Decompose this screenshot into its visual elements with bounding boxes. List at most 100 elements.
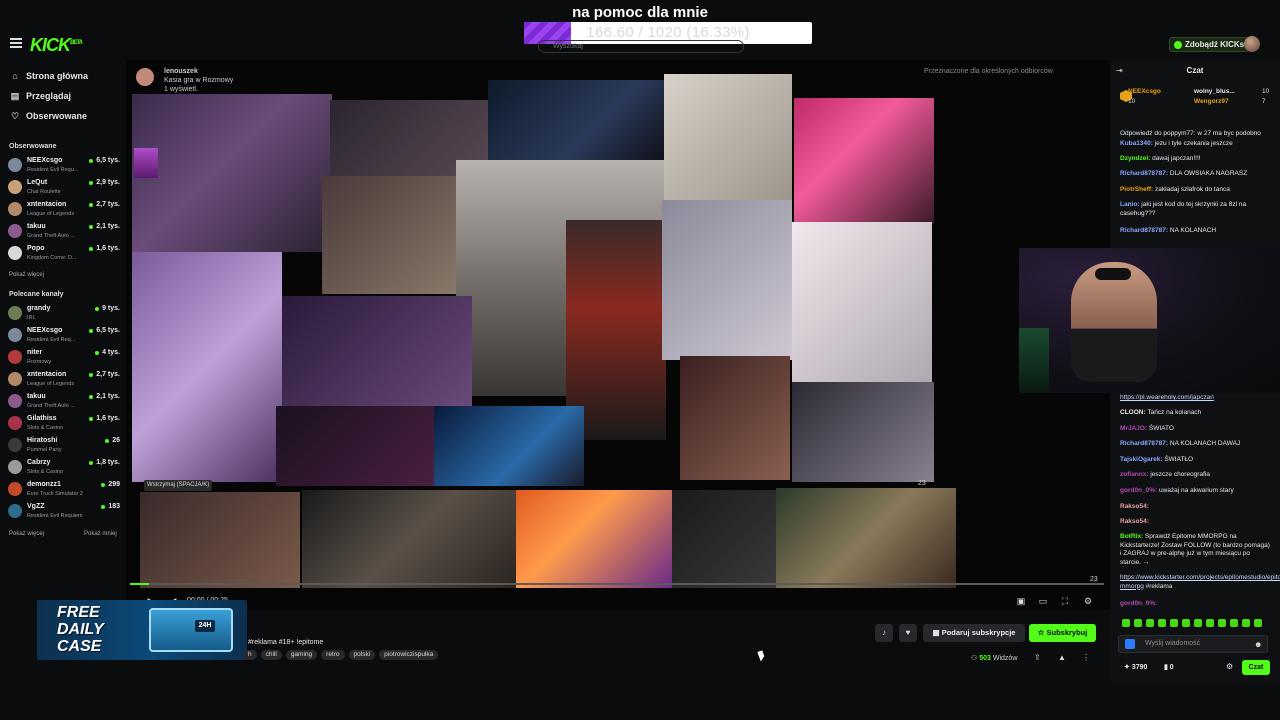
chat-username[interactable]: Rakso54: xyxy=(1120,518,1149,525)
more-options-icon[interactable]: ⋮ xyxy=(1082,653,1090,662)
chat-username[interactable]: gord0n_0%: xyxy=(1120,600,1157,607)
channel-viewers-value: 9 tys. xyxy=(102,305,120,312)
recommended-show-more[interactable]: Pokaż więcej xyxy=(9,531,44,537)
sidebar-channel[interactable]: xntentacion League of Legends 2,7 tys. xyxy=(8,200,122,220)
kick-logo[interactable]: KICKBETA xyxy=(30,35,83,56)
chat-text: NA KOLANACH xyxy=(1168,227,1217,234)
sidebar-channel[interactable]: takuu Grand Theft Auto ... 2,1 tys. xyxy=(8,222,122,242)
chat-username[interactable]: MrJAJO: xyxy=(1120,425,1147,432)
sidebar-channel[interactable]: NEEXcsgo Resident Evil Requ... 6,5 tys. xyxy=(8,156,122,176)
stream-tag[interactable]: gaming xyxy=(285,650,318,660)
gifter-name[interactable]: NEEXcsgo xyxy=(1128,88,1161,95)
chat-settings-icon[interactable]: ⚙ xyxy=(1226,662,1233,671)
chat-message: Kuba1340: jezu i tyle czekania jeszcze xyxy=(1120,140,1270,149)
recommended-show-less[interactable]: Pokaż mniej xyxy=(84,531,117,537)
stream-tag[interactable]: retro xyxy=(321,650,345,660)
gifter-name[interactable]: Wengorz97 xyxy=(1194,98,1229,105)
channel-avatar xyxy=(8,306,22,320)
emote-icon[interactable] xyxy=(1218,619,1226,627)
menu-icon[interactable] xyxy=(10,38,22,50)
channel-avatar xyxy=(8,394,22,408)
report-icon[interactable]: ▲ xyxy=(1058,653,1066,662)
bell-icon[interactable]: ♪ xyxy=(875,624,893,642)
pip-icon[interactable]: ▣ xyxy=(1016,596,1026,606)
sidebar-channel[interactable]: NEEXcsgo Resident Evil Req... 6,5 tys. xyxy=(8,326,122,346)
stream-tag[interactable]: chill xyxy=(260,650,282,660)
subscribe-button[interactable]: ☆ Subskrybuj xyxy=(1029,624,1096,642)
sidebar-channel[interactable]: Popo Kingdom Come: D... 1,6 tys. xyxy=(8,244,122,264)
emote-icon[interactable] xyxy=(1242,619,1250,627)
channel-name: LeQut xyxy=(27,179,48,186)
stream-tag[interactable]: polski xyxy=(348,650,376,660)
theater-icon[interactable]: ▭ xyxy=(1038,596,1048,606)
chat-username[interactable]: BotRix: xyxy=(1120,533,1143,540)
sidebar-channel[interactable]: Gilathiss Slots & Casino 1,6 tys. xyxy=(8,414,122,434)
get-kicks-button[interactable]: Zdobądź KICKs xyxy=(1169,37,1250,52)
chat-username[interactable]: Richard878787: xyxy=(1120,440,1168,447)
channel-viewers: 26 xyxy=(105,437,120,444)
chat-username[interactable]: zofiannx: xyxy=(1120,471,1149,478)
video-tile xyxy=(322,176,462,294)
chat-send-button[interactable]: Czat xyxy=(1242,660,1270,675)
emoji-icon[interactable]: ☻ xyxy=(1254,640,1262,649)
nav-following[interactable]: ♡ Obserwowane xyxy=(10,109,87,123)
ad-line-1: FREE xyxy=(57,604,100,621)
chat-username[interactable]: Dzyndzel: xyxy=(1120,155,1150,162)
live-dot-icon xyxy=(89,224,94,229)
gifter-name[interactable]: wolny_blus... xyxy=(1194,88,1235,95)
share-icon[interactable]: ⇪ xyxy=(1034,653,1041,662)
channel-name: takuu xyxy=(27,393,46,400)
chat-username[interactable]: Lanio: xyxy=(1120,201,1140,208)
stream-tag[interactable]: piotrowiczispulka xyxy=(379,650,439,660)
search-input[interactable]: Wyszukaj xyxy=(538,40,744,53)
video-tile xyxy=(140,492,300,588)
video-progress-bar[interactable] xyxy=(130,583,1104,585)
emote-icon[interactable] xyxy=(1182,619,1190,627)
ad-text: FREE DAILY CASE xyxy=(57,604,104,655)
chat-username[interactable]: Richard878787: xyxy=(1120,170,1168,177)
user-avatar[interactable] xyxy=(1244,36,1260,52)
sidebar-channel[interactable]: takuu Grand Theft Auto ... 2,1 tys. xyxy=(8,392,122,412)
chat-username[interactable]: Richard878787: xyxy=(1120,227,1168,234)
chat-link[interactable]: https://pl.weareholy.com/japczan xyxy=(1120,394,1214,401)
emote-icon[interactable] xyxy=(1134,619,1142,627)
free-daily-case-ad[interactable]: FREE DAILY CASE 24H xyxy=(37,600,247,660)
follow-heart-icon[interactable]: ♥ xyxy=(899,624,917,642)
video-player[interactable] xyxy=(126,60,1110,610)
chat-username[interactable]: gord0n_0%: xyxy=(1120,487,1157,494)
sidebar-channel[interactable]: demonzz1 Euro Truck Simulator 2 299 xyxy=(8,480,122,500)
sidebar-channel[interactable]: Cabrzy Slots & Casino 1,8 tys. xyxy=(8,458,122,478)
chat-message: zofiannx: jeszcze choreografia xyxy=(1120,471,1270,480)
video-tile xyxy=(276,406,436,486)
nav-home[interactable]: ⌂ Strona główna xyxy=(10,69,88,83)
chat-username[interactable]: CLOON: xyxy=(1120,409,1146,416)
emote-icon[interactable] xyxy=(1122,619,1130,627)
sidebar-channel[interactable]: niter Rozmowy 4 tys. xyxy=(8,348,122,368)
chat-input[interactable]: Wyślij wiadomość xyxy=(1118,635,1268,653)
emote-icon[interactable] xyxy=(1194,619,1202,627)
emote-icon[interactable] xyxy=(1170,619,1178,627)
emote-icon[interactable] xyxy=(1146,619,1154,627)
stream-tag[interactable]: h xyxy=(243,650,257,660)
gift-subs-button[interactable]: ▦ Podaruj subskrypcje xyxy=(923,624,1025,642)
sidebar-channel[interactable]: grandy IRL 9 tys. xyxy=(8,304,122,324)
sidebar-channel[interactable]: xntentacion League of Legends 2,7 tys. xyxy=(8,370,122,390)
chat-username[interactable]: TajskiOgarek: xyxy=(1120,456,1163,463)
channel-points[interactable]: ✦ 3790 xyxy=(1124,663,1147,671)
chat-username[interactable]: Kuba1340: xyxy=(1120,140,1153,147)
emote-icon[interactable] xyxy=(1158,619,1166,627)
chat-identity-icon[interactable] xyxy=(1125,639,1135,649)
chat-username[interactable]: Rakso54: xyxy=(1120,503,1149,510)
emote-icon[interactable] xyxy=(1230,619,1238,627)
fullscreen-icon[interactable]: ⛶ xyxy=(1060,596,1070,606)
sidebar-channel[interactable]: LeQut Chat Roulette 2,9 tys. xyxy=(8,178,122,198)
nav-browse[interactable]: ▤ Przeglądaj xyxy=(10,89,71,103)
settings-icon[interactable]: ⚙ xyxy=(1083,596,1093,606)
followed-show-more[interactable]: Pokaż więcej xyxy=(9,272,44,278)
emote-icon[interactable] xyxy=(1206,619,1214,627)
channel-name: xntentacion xyxy=(27,371,67,378)
sidebar-channel[interactable]: VgZZ Resident Evil Requiem 183 xyxy=(8,502,122,522)
sidebar-channel[interactable]: Hiratoshi Pummel Party 26 xyxy=(8,436,122,456)
emote-icon[interactable] xyxy=(1254,619,1262,627)
chat-username[interactable]: PiotrSheff: xyxy=(1120,186,1153,193)
